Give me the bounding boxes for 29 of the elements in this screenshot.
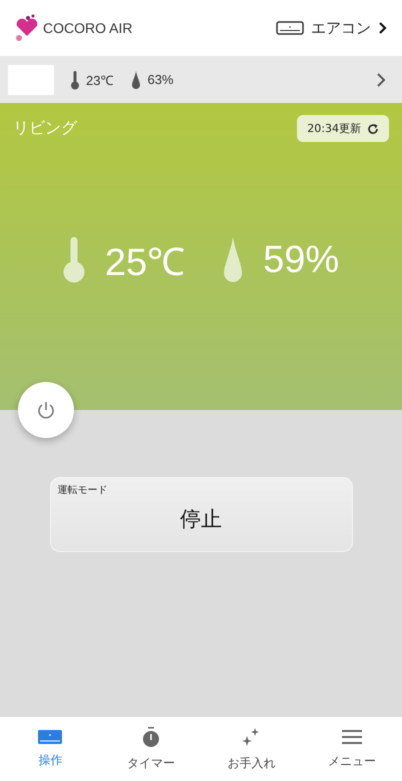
droplet-icon xyxy=(223,237,244,283)
heart-logo-icon xyxy=(14,14,40,42)
droplet-icon xyxy=(131,70,142,90)
room-humidity: 59% xyxy=(263,238,340,282)
air-conditioner-icon xyxy=(276,21,304,35)
thermometer-icon xyxy=(62,237,85,283)
thermometer-icon xyxy=(70,70,80,90)
power-icon xyxy=(36,400,56,420)
logo-text: COCORO AIR xyxy=(43,20,132,36)
outdoor-temperature: 23℃ xyxy=(86,72,114,88)
nav-tab[interactable]: メニュー xyxy=(302,717,402,781)
refresh-button[interactable]: 20:34更新 xyxy=(297,115,389,142)
chevron-right-icon xyxy=(378,21,388,35)
chevron-right-icon xyxy=(376,72,386,88)
sparkle-icon xyxy=(241,726,262,746)
outdoor-bar[interactable]: 23℃ 63% xyxy=(0,56,402,103)
air-conditioner-icon xyxy=(38,730,62,744)
nav-tab[interactable]: 操作 xyxy=(0,717,100,781)
menu-icon xyxy=(342,728,362,744)
outdoor-humidity: 63% xyxy=(147,72,174,87)
device-switch-button[interactable]: エアコン xyxy=(276,18,388,38)
operation-mode-button[interactable]: 運転モード 停止 xyxy=(50,477,352,552)
nav-tab[interactable]: タイマー xyxy=(100,717,201,781)
room-temperature: 25℃ xyxy=(104,241,186,286)
room-name: リビング xyxy=(13,118,77,139)
nav-tab[interactable]: お手入れ xyxy=(201,717,302,781)
power-button[interactable] xyxy=(18,382,74,438)
refresh-icon xyxy=(367,122,379,134)
stopwatch-icon xyxy=(142,726,160,746)
